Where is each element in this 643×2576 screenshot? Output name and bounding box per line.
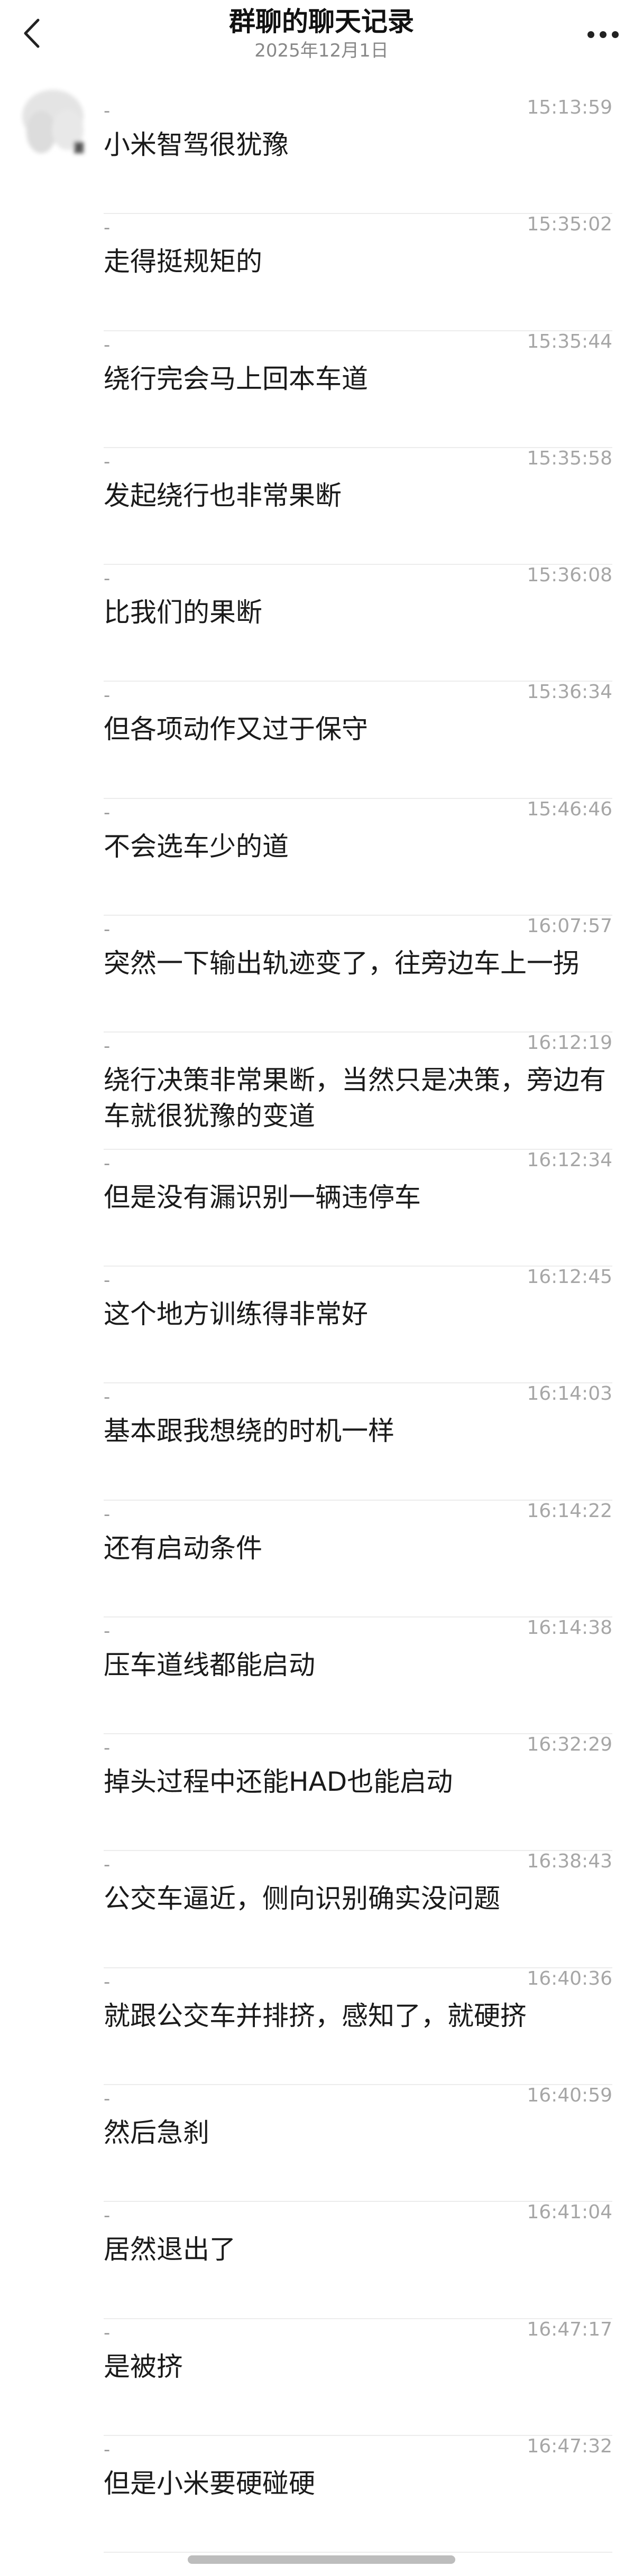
header: 群聊的聊天记录 2025年12月1日 <box>0 0 643 74</box>
list-item: - 16:07:57 突然一下输出轨迹变了，往旁边车上一拐 <box>104 916 612 1033</box>
list-item: - 15:35:02 走得挺规矩的 <box>104 214 612 331</box>
more-button[interactable] <box>582 21 624 48</box>
message-time: 15:35:02 <box>527 213 612 236</box>
home-indicator[interactable] <box>188 2555 455 2564</box>
list-item: - 15:35:58 发起绕行也非常果断 <box>104 448 612 565</box>
sender-name: - <box>104 1036 111 1057</box>
sender-name: - <box>104 1269 111 1291</box>
message-list: - 15:13:59 小米智驾很犹豫 - 15:35:02 走得挺规矩的 - 1… <box>0 97 643 2553</box>
message-text[interactable]: 但是小米要硬碰硬 <box>104 2466 612 2501</box>
sender-name: - <box>104 1854 111 1876</box>
message-text[interactable]: 突然一下输出轨迹变了，往旁边车上一拐 <box>104 945 612 981</box>
message-text[interactable]: 小米智驾很犹豫 <box>104 127 612 163</box>
message-time: 16:47:32 <box>527 2435 612 2457</box>
message-text[interactable]: 这个地方训练得非常好 <box>104 1296 612 1332</box>
message-time: 16:40:36 <box>527 1967 612 1989</box>
message-time: 16:14:22 <box>527 1500 612 1522</box>
message-text[interactable]: 然后急刹 <box>104 2115 612 2151</box>
sender-name: - <box>104 568 111 590</box>
message-text[interactable]: 但各项动作又过于保守 <box>104 711 612 747</box>
list-item: - 15:36:08 比我们的果断 <box>104 565 612 682</box>
message-text[interactable]: 公交车逼近，侧向识别确实没问题 <box>104 1881 612 1917</box>
message-time: 15:36:34 <box>527 681 612 703</box>
list-item: - 16:38:43 公交车逼近，侧向识别确实没问题 <box>104 1851 612 1968</box>
sender-name: - <box>104 685 111 706</box>
sender-name: - <box>104 919 111 941</box>
list-item: - 15:35:44 绕行完会马上回本车道 <box>104 331 612 448</box>
list-item: - 15:36:34 但各项动作又过于保守 <box>104 681 612 799</box>
list-item: - 16:32:29 掉头过程中还能HAD也能启动 <box>104 1734 612 1852</box>
sender-name: - <box>104 1620 111 1642</box>
list-item: - 16:47:32 但是小米要硬碰硬 <box>104 2435 612 2553</box>
message-text[interactable]: 压车道线都能启动 <box>104 1647 612 1683</box>
page-title: 群聊的聊天记录 <box>229 6 414 37</box>
message-text[interactable]: 居然退出了 <box>104 2231 612 2267</box>
message-time: 16:47:17 <box>527 2318 612 2340</box>
message-time: 16:40:59 <box>527 2085 612 2107</box>
list-item: - 16:14:03 基本跟我想绕的时机一样 <box>104 1383 612 1501</box>
message-time: 15:35:58 <box>527 447 612 469</box>
sender-name: - <box>104 2205 111 2227</box>
sender-name: - <box>104 1737 111 1759</box>
sender-name: - <box>104 2088 111 2110</box>
message-time: 16:12:45 <box>527 1266 612 1288</box>
sender-name: - <box>104 1503 111 1525</box>
message-time: 15:46:46 <box>527 798 612 820</box>
message-time: 16:12:19 <box>527 1032 612 1054</box>
list-item: - 15:13:59 小米智驾很犹豫 <box>104 97 612 215</box>
sender-name: - <box>104 1387 111 1408</box>
message-text[interactable]: 比我们的果断 <box>104 594 612 630</box>
list-item: - 16:12:45 这个地方训练得非常好 <box>104 1266 612 1384</box>
sender-name: - <box>104 1152 111 1174</box>
message-time: 16:12:34 <box>527 1149 612 1171</box>
chat-date: 2025年12月1日 <box>254 40 389 61</box>
message-text[interactable]: 发起绕行也非常果断 <box>104 478 612 514</box>
message-text[interactable]: 掉头过程中还能HAD也能启动 <box>104 1764 612 1800</box>
message-time: 15:13:59 <box>527 97 612 118</box>
list-item: - 16:14:38 压车道线都能启动 <box>104 1616 612 1735</box>
list-item: - 16:41:04 居然退出了 <box>104 2202 612 2319</box>
message-time: 16:07:57 <box>527 915 612 937</box>
list-item: - 16:40:59 然后急刹 <box>104 2085 612 2202</box>
list-item: - 16:14:22 还有启动条件 <box>104 1500 612 1617</box>
message-text[interactable]: 走得挺规矩的 <box>104 244 612 280</box>
message-text[interactable]: 就跟公交车并排挤，感知了，就硬挤 <box>104 1998 612 2034</box>
more-dots-icon <box>611 31 619 38</box>
sender-name: - <box>104 2322 111 2343</box>
sender-name: - <box>104 1971 111 1993</box>
message-text[interactable]: 不会选车少的道 <box>104 829 612 864</box>
message-text[interactable]: 绕行完会马上回本车道 <box>104 361 612 397</box>
message-text[interactable]: 基本跟我想绕的时机一样 <box>104 1413 612 1449</box>
message-time: 15:35:44 <box>527 330 612 352</box>
message-text[interactable]: 绕行决策非常果断，当然只是决策，旁边有车就很犹豫的变道 <box>104 1062 612 1134</box>
sender-name: - <box>104 802 111 823</box>
message-time: 16:41:04 <box>527 2201 612 2224</box>
sender-name: - <box>104 217 111 239</box>
more-dots-icon <box>599 31 607 38</box>
sender-name: - <box>104 100 111 122</box>
list-item: - 16:40:36 就跟公交车并排挤，感知了，就硬挤 <box>104 1967 612 2086</box>
message-time: 16:14:03 <box>527 1383 612 1405</box>
sender-name: - <box>104 2439 111 2460</box>
message-text[interactable]: 是被挤 <box>104 2349 612 2385</box>
message-time: 16:32:29 <box>527 1734 612 1756</box>
sender-name: - <box>104 334 111 356</box>
list-item: - 16:47:17 是被挤 <box>104 2319 612 2436</box>
sender-name: - <box>104 451 111 472</box>
message-time: 15:36:08 <box>527 564 612 587</box>
list-item: - 16:12:19 绕行决策非常果断，当然只是决策，旁边有车就很犹豫的变道 <box>104 1032 612 1150</box>
message-time: 16:14:38 <box>527 1616 612 1639</box>
message-text[interactable]: 但是没有漏识别一辆违停车 <box>104 1179 612 1215</box>
message-time: 16:38:43 <box>527 1850 612 1873</box>
more-dots-icon <box>587 31 594 38</box>
list-item: - 16:12:34 但是没有漏识别一辆违停车 <box>104 1149 612 1267</box>
message-text[interactable]: 还有启动条件 <box>104 1530 612 1566</box>
list-item: - 15:46:46 不会选车少的道 <box>104 798 612 916</box>
